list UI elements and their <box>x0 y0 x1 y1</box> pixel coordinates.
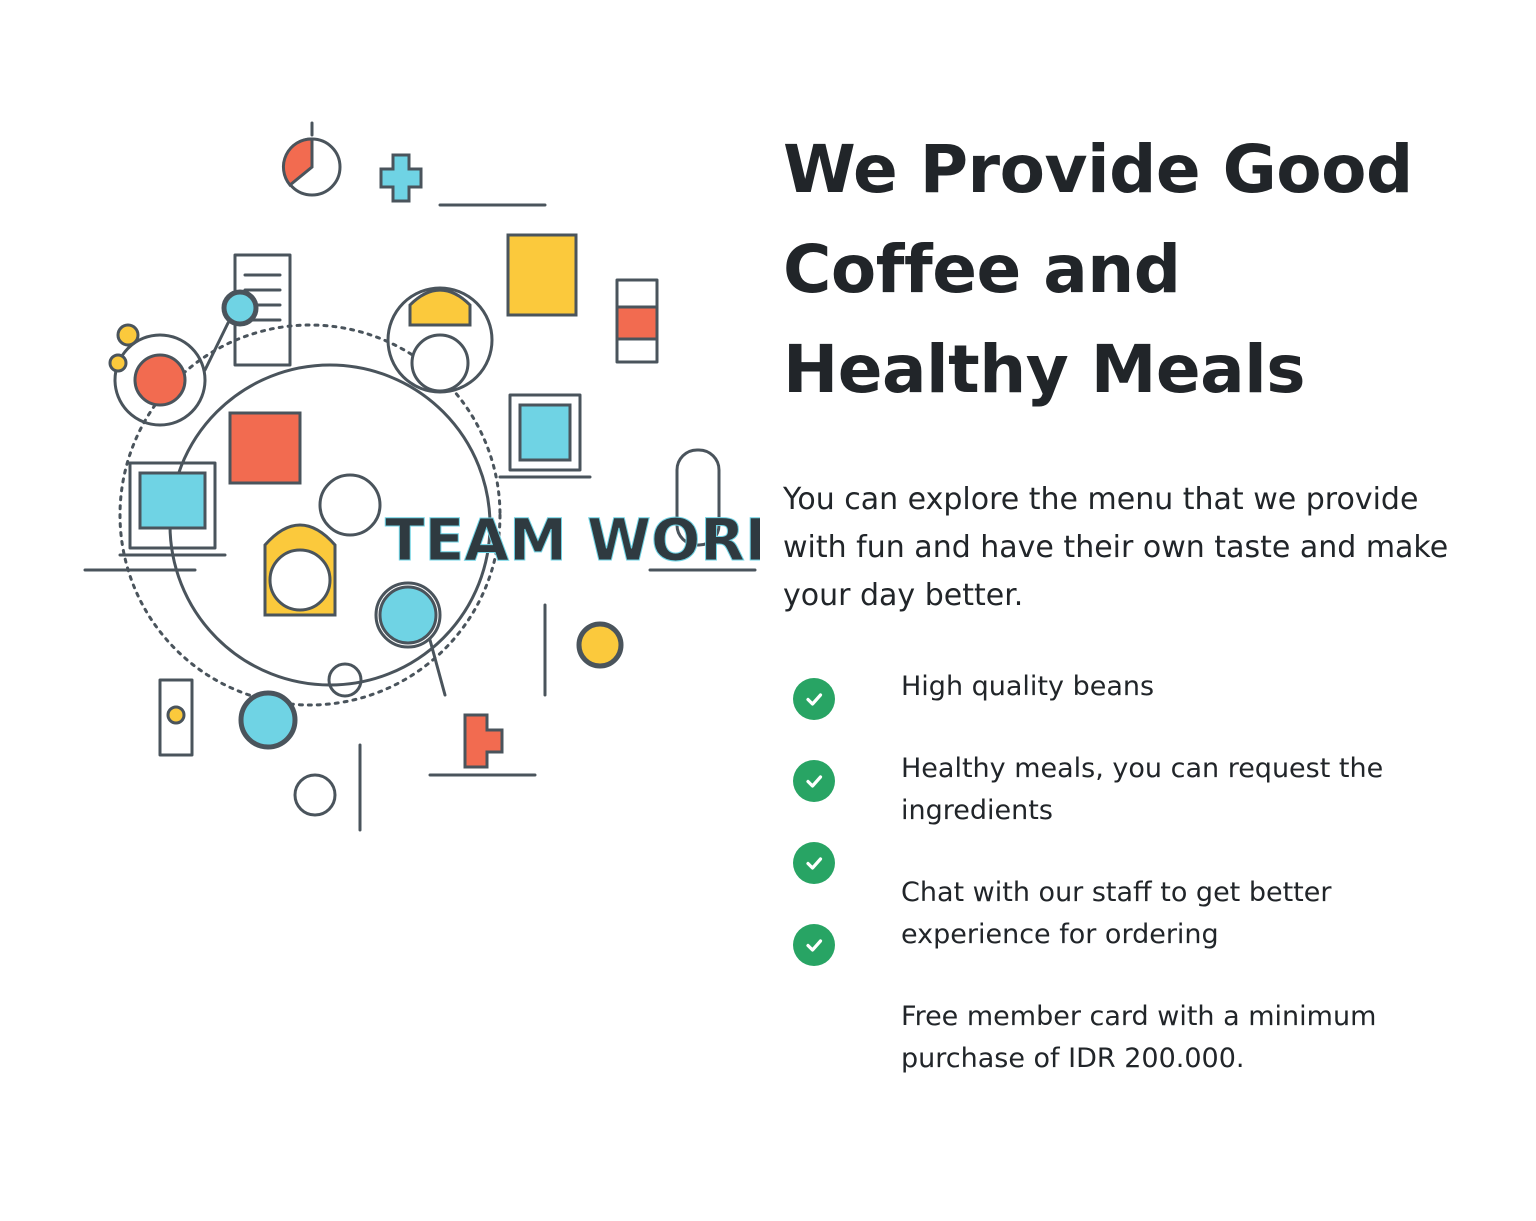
check-circle-icon <box>793 678 835 720</box>
feature-item: Chat with our staff to get better experi… <box>901 877 1332 950</box>
check-circle-icon <box>793 842 835 884</box>
section-heading: We Provide Good Coffee and Healthy Meals <box>783 131 1413 408</box>
about-section: TEAM WORK We Provide Good Coffee and Hea… <box>0 0 1536 1221</box>
team-work-illustration: TEAM WORK <box>80 95 760 855</box>
feature-text-column: High quality beans Healthy meals, you ca… <box>901 666 1441 1120</box>
team-work-label: TEAM WORK <box>385 506 760 574</box>
check-circle-icon <box>793 760 835 802</box>
about-content: We Provide Good Coffee and Healthy Meals… <box>783 120 1483 1096</box>
feature-item: High quality beans <box>901 671 1155 702</box>
feature-item: Healthy meals, you can request the ingre… <box>901 753 1384 826</box>
check-column <box>793 678 835 1006</box>
check-circle-icon <box>793 924 835 966</box>
section-description: You can explore the menu that we provide… <box>783 482 1449 613</box>
feature-list: High quality beans Healthy meals, you ca… <box>783 666 1483 1096</box>
feature-item: Free member card with a minimum purchase… <box>901 1001 1377 1074</box>
